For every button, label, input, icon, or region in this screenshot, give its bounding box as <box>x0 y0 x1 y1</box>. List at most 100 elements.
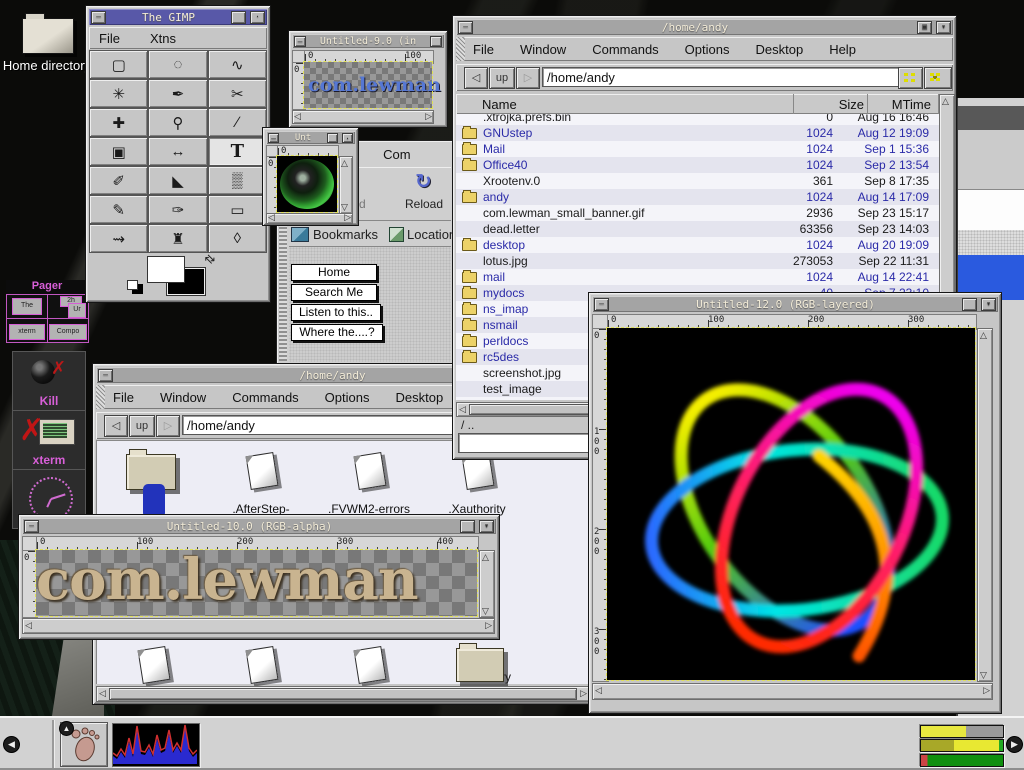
maximize-button[interactable]: ▣ <box>917 21 932 34</box>
file-row[interactable]: Office40 1024 Sep 2 13:54 <box>456 157 939 173</box>
bezier-select-tool[interactable]: ✒ <box>148 79 207 108</box>
forward-button[interactable]: ▷ <box>516 67 540 89</box>
gimp12-titlebar[interactable]: — Untitled-12.0 (RGB-layered) ▾ <box>592 296 998 312</box>
bookmarks-label[interactable]: Bookmarks <box>313 227 378 242</box>
scroll-up-icon[interactable]: △ <box>482 551 489 563</box>
pager[interactable]: Pager The 2h Ur xterm Compo <box>6 280 88 342</box>
gimp10-titlebar[interactable]: — Untitled-10.0 (RGB-alpha) ▾ <box>22 518 496 534</box>
flip-tool[interactable]: ↔ <box>148 137 207 166</box>
gimp12-canvas[interactable] <box>607 328 975 680</box>
gimp10-vertical-scrollbar[interactable]: △ ▽ <box>479 550 495 618</box>
icon-view-button[interactable] <box>898 67 923 89</box>
forward-button[interactable]: ▷ <box>156 415 180 437</box>
scroll-right-icon[interactable]: ▷ <box>983 684 990 697</box>
scroll-up-icon[interactable]: △ <box>341 157 348 169</box>
minimize-button[interactable]: — <box>458 21 473 34</box>
file-row[interactable]: dead.letter 63356 Sep 23 14:03 <box>456 221 939 237</box>
scroll-down-icon[interactable]: ▽ <box>482 605 489 617</box>
wharf-xterm-button[interactable]: ✗ xterm <box>12 410 86 470</box>
pencil-tool[interactable]: ✎ <box>89 195 148 224</box>
wharf-kill-button[interactable]: ✗ Kill <box>12 351 86 411</box>
menubar-grip[interactable] <box>96 385 105 409</box>
gimp12-horizontal-scrollbar[interactable]: ◁ ▷ <box>592 683 993 700</box>
scroll-left-icon[interactable]: ◁ <box>459 403 466 415</box>
load-meter-applet[interactable] <box>112 723 200 767</box>
clone-tool[interactable]: ♜ <box>148 224 207 253</box>
back-button[interactable]: ◁ <box>464 67 488 89</box>
minimize-button[interactable]: — <box>294 36 306 47</box>
crop-tool[interactable]: ∕ <box>208 108 267 137</box>
scroll-right-icon[interactable]: ▷ <box>580 687 587 699</box>
paintbrush-tool[interactable]: ✑ <box>148 195 207 224</box>
column-header-mtime[interactable]: MTime <box>868 94 939 114</box>
blend-tool[interactable]: ▒ <box>208 166 267 195</box>
convolve-tool[interactable]: ◊ <box>208 224 267 253</box>
menu-item[interactable]: Com <box>383 147 410 162</box>
move-tool[interactable]: ✚ <box>89 108 148 137</box>
file-row[interactable]: mail 1024 Aug 14 22:41 <box>456 269 939 285</box>
list-view-button[interactable] <box>924 67 952 89</box>
pager-desk-3[interactable]: xterm <box>6 318 48 343</box>
taskbar-collapse-right-button[interactable]: ▶ <box>1006 736 1023 753</box>
window-menu-button[interactable]: ▾ <box>936 21 951 34</box>
pager-mini-window[interactable]: The <box>12 298 42 315</box>
scroll-left-icon[interactable]: ◁ <box>294 111 301 121</box>
menu-item[interactable]: Window <box>160 390 206 405</box>
gimp10-horizontal-scrollbar[interactable]: ◁ ▷ <box>22 618 495 634</box>
gimp12-vertical-scrollbar[interactable]: △ ▽ <box>977 328 993 682</box>
page-button[interactable]: Search Me <box>291 284 377 301</box>
maximize-button[interactable] <box>327 133 338 143</box>
file-row[interactable]: Xrootenv.0 361 Sep 8 17:35 <box>456 173 939 189</box>
minimize-button[interactable]: — <box>594 298 609 311</box>
page-button[interactable]: Home <box>291 264 377 281</box>
maximize-button[interactable] <box>460 520 475 533</box>
scroll-left-icon[interactable]: ◁ <box>595 684 602 697</box>
file-icon[interactable] <box>354 646 387 684</box>
reload-label[interactable]: Reload <box>405 197 443 211</box>
scrollbar-thumb[interactable] <box>109 688 577 700</box>
iscissors-tool[interactable]: ✂ <box>208 79 267 108</box>
gimp-small-canvas[interactable] <box>277 156 337 212</box>
pager-desk-2[interactable]: 2h Ur <box>47 294 89 319</box>
file-row[interactable]: Mail 1024 Sep 1 15:36 <box>456 141 939 157</box>
maximize-button[interactable] <box>231 11 246 24</box>
gimp-small-horizontal-scrollbar[interactable]: ◁ ▷ <box>266 213 353 224</box>
folder-icon[interactable] <box>456 648 504 682</box>
gimp9-canvas[interactable]: com.lewman <box>304 62 432 108</box>
color-picker-tool[interactable]: ✐ <box>89 166 148 195</box>
home-directory-icon[interactable]: Home directory <box>8 8 86 88</box>
menubar-grip[interactable] <box>456 37 465 61</box>
menu-item[interactable]: Desktop <box>395 390 443 405</box>
menu-item[interactable]: Help <box>829 42 856 57</box>
maximize-button[interactable] <box>430 36 442 47</box>
menu-item[interactable]: Window <box>520 42 566 57</box>
menu-item[interactable]: Options <box>685 42 730 57</box>
scroll-right-icon[interactable]: ▷ <box>344 214 351 221</box>
file-row[interactable]: .xtrojka.prefs.bin 0 Aug 16 16:46 <box>456 114 939 125</box>
column-header-size[interactable]: Size <box>794 94 868 114</box>
window-menu-button[interactable]: ▾ <box>981 298 996 311</box>
pager-mini-window[interactable]: Ur <box>68 303 86 318</box>
location-label[interactable]: Location <box>407 227 456 242</box>
transform-tool[interactable]: ▣ <box>89 137 148 166</box>
pager-desk-4[interactable]: Compo <box>47 318 89 343</box>
pager-desk-1[interactable]: The <box>6 294 48 319</box>
fuzzy-select-tool[interactable]: ✳ <box>89 79 148 108</box>
rect-select-tool[interactable]: ▢ <box>89 50 148 79</box>
gimp10-canvas[interactable]: com.lewman <box>36 550 477 616</box>
default-colors-icon[interactable] <box>127 280 138 290</box>
minimize-button[interactable]: — <box>24 520 39 533</box>
maximize-button[interactable] <box>962 298 977 311</box>
path-input[interactable] <box>542 67 900 87</box>
menu-item[interactable]: File <box>473 42 494 57</box>
scroll-left-icon[interactable]: ◁ <box>268 214 275 221</box>
scroll-left-icon[interactable]: ◁ <box>25 619 32 631</box>
scroll-left-icon[interactable]: ◁ <box>99 687 106 699</box>
up-button[interactable]: up <box>489 67 515 89</box>
file-icon[interactable] <box>246 646 279 684</box>
scroll-up-icon[interactable]: △ <box>980 329 987 341</box>
file-row[interactable]: lotus.jpg 273053 Sep 22 11:31 <box>456 253 939 269</box>
menu-item[interactable]: Desktop <box>755 42 803 57</box>
file-icon[interactable] <box>138 646 171 684</box>
scroll-right-icon[interactable]: ▷ <box>425 111 432 121</box>
